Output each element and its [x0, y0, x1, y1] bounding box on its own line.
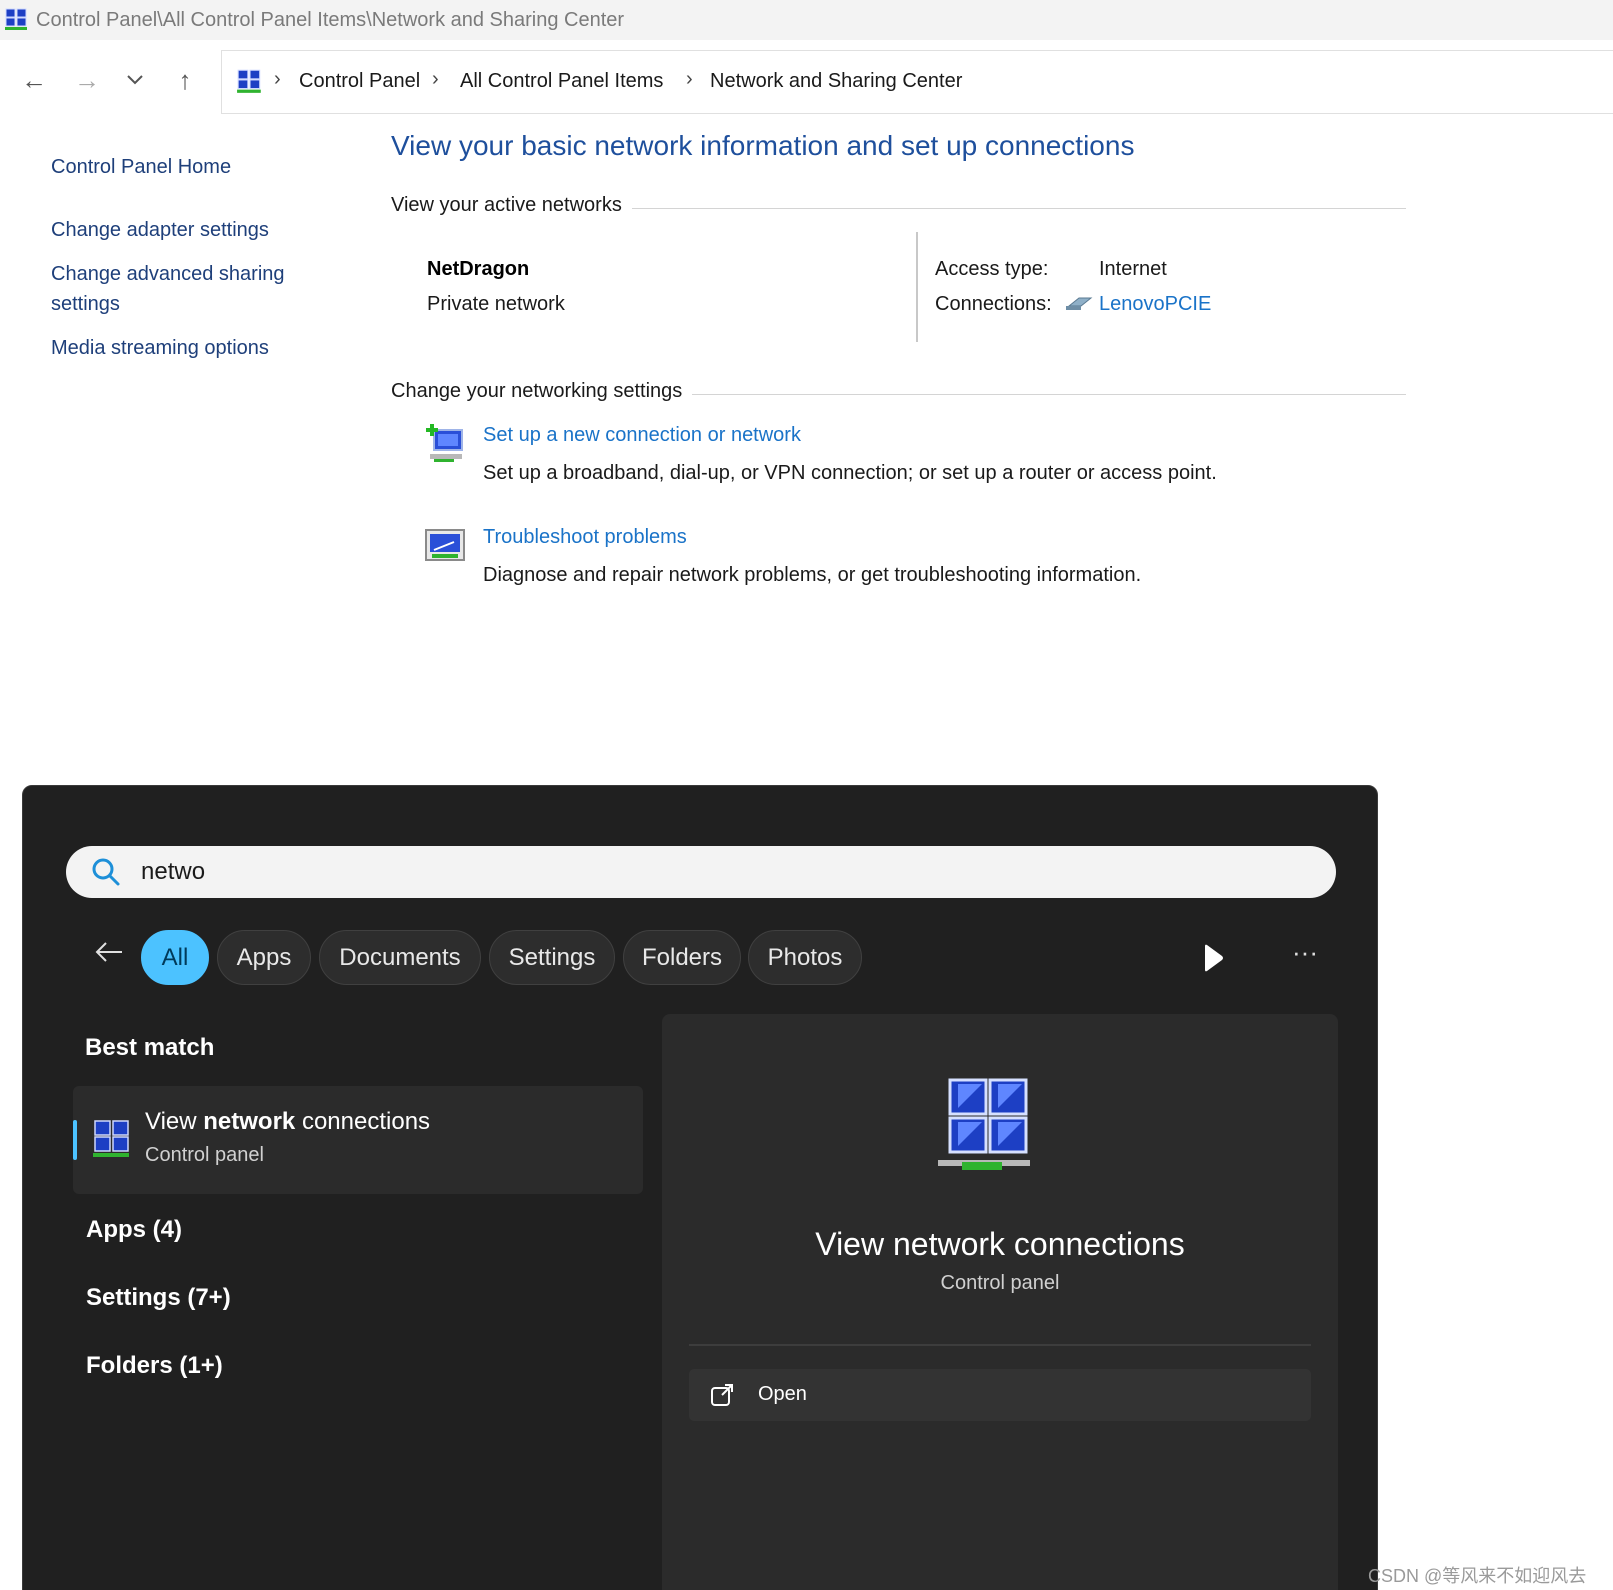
selection-indicator	[73, 1120, 77, 1160]
filter-documents[interactable]: Documents	[319, 930, 481, 985]
control-panel-home-link[interactable]: Control Panel Home	[51, 152, 231, 183]
result-detail-pane: View network connections Control panel O…	[662, 1014, 1338, 1590]
arrow-left-icon	[95, 942, 122, 962]
open-external-icon	[711, 1384, 733, 1406]
change-settings-heading: Change your networking settings	[391, 380, 693, 403]
network-center-icon	[237, 69, 261, 93]
active-networks-heading: View your active networks	[391, 194, 632, 217]
start-search-panel: netwo All Apps Documents Settings Folder…	[22, 785, 1378, 1590]
change-advanced-sharing-link[interactable]: Change advanced sharing	[51, 259, 285, 290]
setup-connection-desc: Set up a broadband, dial-up, or VPN conn…	[483, 462, 1217, 484]
filter-all[interactable]: All	[141, 930, 209, 985]
breadcrumb-separator: ›	[274, 68, 281, 90]
window-titlebar: Control Panel\All Control Panel Items\Ne…	[0, 0, 1613, 40]
new-connection-icon	[426, 424, 463, 462]
play-icon[interactable]	[1195, 940, 1231, 976]
best-match-result[interactable]: View network connections Control panel	[73, 1086, 643, 1194]
detail-title: View network connections	[815, 1226, 1185, 1262]
best-match-title-post: connections	[295, 1108, 431, 1135]
recent-locations-button[interactable]	[115, 60, 155, 100]
address-bar[interactable]: › Control Panel › All Control Panel Item…	[221, 50, 1613, 114]
category-apps[interactable]: Apps (4)	[86, 1216, 182, 1244]
change-advanced-sharing-link-line2[interactable]: settings	[51, 289, 120, 320]
page-title: View your basic network information and …	[391, 130, 1135, 161]
more-options-button[interactable]: ···	[1285, 932, 1325, 972]
breadcrumb-separator: ›	[432, 68, 439, 90]
category-folders[interactable]: Folders (1+)	[86, 1352, 223, 1380]
troubleshoot-link[interactable]: Troubleshoot problems	[483, 526, 687, 549]
network-category: Private network	[427, 293, 565, 315]
up-button[interactable]: ↑	[165, 60, 205, 100]
network-center-icon	[5, 8, 27, 30]
connection-link[interactable]: LenovoPCIE	[1099, 293, 1211, 316]
network-connections-icon	[938, 1078, 1030, 1170]
category-settings[interactable]: Settings (7+)	[86, 1284, 231, 1312]
network-name: NetDragon	[427, 258, 530, 280]
troubleshoot-icon	[425, 529, 465, 561]
change-adapter-settings-link[interactable]: Change adapter settings	[51, 215, 269, 246]
navigation-row: ← → ↑ › Control Panel › All Control Pane…	[0, 50, 1613, 114]
best-match-heading: Best match	[85, 1034, 215, 1061]
best-match-title-bold: network	[203, 1108, 296, 1135]
access-type-label: Access type:	[935, 258, 1049, 280]
best-match-subtitle: Control panel	[145, 1144, 264, 1166]
window-title: Control Panel\All Control Panel Items\Ne…	[36, 9, 625, 31]
watermark: CSDN @等风来不如迎风去	[1368, 1566, 1587, 1586]
screen: Control Panel\All Control Panel Items\Ne…	[0, 0, 1613, 1590]
back-button[interactable]: ←	[14, 60, 54, 100]
arrow-left-icon: ←	[21, 64, 47, 95]
best-match-title-pre: View	[145, 1108, 204, 1135]
ethernet-icon	[1066, 297, 1093, 310]
arrow-right-icon: →	[74, 64, 100, 95]
open-button[interactable]: Open	[689, 1369, 1311, 1421]
filter-folders[interactable]: Folders	[623, 930, 741, 985]
detail-subtitle: Control panel	[940, 1272, 1060, 1294]
media-streaming-options-link[interactable]: Media streaming options	[51, 333, 269, 364]
search-back-button[interactable]	[89, 932, 129, 972]
breadcrumb-all-items[interactable]: All Control Panel Items	[460, 70, 663, 93]
network-connections-icon	[93, 1120, 129, 1157]
best-match-title: View network connections	[145, 1108, 430, 1136]
setup-connection-link[interactable]: Set up a new connection or network	[483, 424, 801, 447]
vertical-divider	[916, 232, 918, 342]
search-query: netwo	[141, 858, 206, 885]
chevron-down-icon	[127, 75, 143, 85]
search-input[interactable]: netwo	[66, 846, 1336, 898]
troubleshoot-desc: Diagnose and repair network problems, or…	[483, 564, 1142, 586]
access-type-value: Internet	[1099, 258, 1167, 280]
forward-button[interactable]: →	[67, 60, 107, 100]
search-icon	[92, 858, 120, 886]
filter-photos[interactable]: Photos	[748, 930, 862, 985]
detail-divider	[689, 1344, 1311, 1346]
open-label: Open	[758, 1383, 807, 1405]
breadcrumb-control-panel[interactable]: Control Panel	[299, 70, 420, 93]
filter-settings[interactable]: Settings	[489, 930, 615, 985]
connections-label: Connections:	[935, 293, 1052, 315]
arrow-up-icon: ↑	[178, 64, 192, 95]
breadcrumb-separator: ›	[686, 68, 693, 90]
breadcrumb-network-sharing[interactable]: Network and Sharing Center	[710, 70, 962, 93]
filter-apps[interactable]: Apps	[217, 930, 311, 985]
